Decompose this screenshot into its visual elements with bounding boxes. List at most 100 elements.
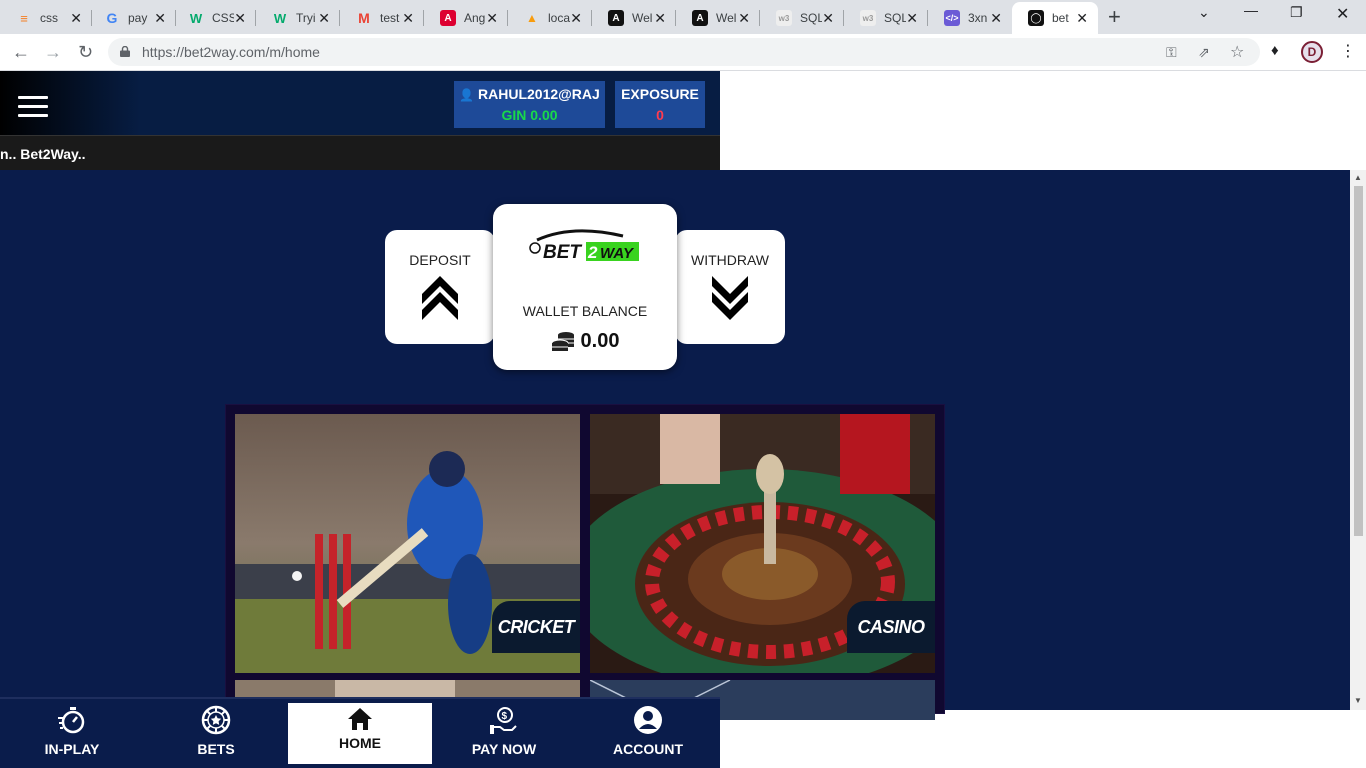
w3-icon: W <box>273 10 287 26</box>
address-toolbar: ← → ↻ https://bet2way.com/m/home ⚿ ⇗ ☆ <box>0 34 1366 71</box>
forward-icon[interactable]: → <box>44 42 62 62</box>
browser-menu-icon[interactable]: ⋮ <box>1340 41 1356 61</box>
w3schools-icon: w3 <box>776 10 792 26</box>
svg-text:$: $ <box>502 711 508 722</box>
scroll-up-icon[interactable]: ▲ <box>1354 173 1362 182</box>
browser-tab[interactable]: W CSS ✕ <box>172 2 256 34</box>
w3-icon: W <box>189 10 203 26</box>
profile-avatar[interactable]: D <box>1301 41 1323 63</box>
site-icon: ◯ <box>1028 10 1044 26</box>
browser-tab[interactable]: ▲ loca ✕ <box>508 2 592 34</box>
address-bar[interactable]: https://bet2way.com/m/home ⚿ ⇗ ☆ <box>108 38 1260 66</box>
nav-bets[interactable]: BETS <box>144 699 288 768</box>
browser-tab[interactable]: M test ✕ <box>340 2 424 34</box>
nav-inplay[interactable]: IN-PLAY <box>0 699 144 768</box>
close-tab-icon[interactable]: ✕ <box>70 10 82 26</box>
close-tab-icon[interactable]: ✕ <box>738 10 750 26</box>
balance-text: GIN 0.00 <box>501 107 558 123</box>
gmail-icon: M <box>358 10 370 26</box>
withdraw-card[interactable]: WITHDRAW <box>675 230 785 344</box>
phpmyadmin-icon: ▲ <box>526 11 538 25</box>
chip-icon <box>201 705 231 735</box>
browser-tab[interactable]: W Tryi ✕ <box>256 2 340 34</box>
pay-hand-icon: $ <box>490 707 517 734</box>
tab-search-icon[interactable]: ⌄ <box>1198 4 1210 21</box>
coins-icon <box>551 331 574 351</box>
close-tab-icon[interactable]: ✕ <box>154 10 166 26</box>
browser-tab-active[interactable]: ◯ bet ✕ <box>1012 2 1098 34</box>
lock-icon <box>120 46 130 57</box>
close-tab-icon[interactable]: ✕ <box>906 10 918 26</box>
logo-text-bet: BET <box>543 242 582 263</box>
extensions-puzzle-icon[interactable]: ♦ <box>1271 42 1279 59</box>
casino-label: CASINO <box>847 601 935 653</box>
close-tab-icon[interactable]: ✕ <box>318 10 330 26</box>
angular-icon: A <box>608 10 624 26</box>
browser-tab-strip: ≡ css ✕ G pay ✕ W CSS ✕ W Tryi ✕ M test … <box>0 0 1366 34</box>
browser-tab[interactable]: A Wel ✕ <box>592 2 676 34</box>
browser-tab[interactable]: G pay ✕ <box>88 2 176 34</box>
scroll-down-icon[interactable]: ▼ <box>1354 696 1362 705</box>
share-icon[interactable]: ⇗ <box>1198 44 1210 61</box>
browser-tab[interactable]: A Ang ✕ <box>424 2 508 34</box>
casino-tile[interactable]: CASINO <box>590 414 935 673</box>
wallet-balance-amount: 0.00 <box>493 330 677 353</box>
user-circle-icon <box>634 706 662 734</box>
browser-tab[interactable]: </> 3xn ✕ <box>928 2 1012 34</box>
wallet-balance-card: BET 2 WAY WALLET BALANCE 0.00 <box>493 204 677 370</box>
url-text[interactable]: https://bet2way.com/m/home <box>142 44 320 60</box>
close-tab-icon[interactable]: ✕ <box>570 10 582 26</box>
key-icon[interactable]: ⚿ <box>1166 44 1177 61</box>
browser-tab[interactable]: w3 SQL ✕ <box>760 2 844 34</box>
exposure-box[interactable]: EXPOSURE 0 <box>615 81 705 128</box>
wallet-balance-label: WALLET BALANCE <box>522 303 648 319</box>
cricket-tile[interactable]: CRICKET <box>235 414 580 673</box>
marquee-text: n.. Bet2Way.. <box>0 146 86 162</box>
angular-icon: A <box>440 10 456 26</box>
minimize-icon[interactable]: — <box>1244 2 1258 18</box>
close-tab-icon[interactable]: ✕ <box>1076 10 1088 26</box>
bet2way-logo: BET 2 WAY <box>529 229 639 263</box>
scrollbar-thumb[interactable] <box>1354 186 1363 536</box>
deposit-label: DEPOSIT <box>409 252 471 268</box>
close-tab-icon[interactable]: ✕ <box>654 10 666 26</box>
site-header: 👤 RAHUL2012@RAJ GIN 0.00 EXPOSURE 0 <box>0 71 720 135</box>
page-scrollbar[interactable]: ▲ ▼ <box>1350 170 1366 710</box>
browser-tab[interactable]: A Wel ✕ <box>676 2 760 34</box>
browser-tab[interactable]: ≡ css ✕ <box>0 2 92 34</box>
nav-home[interactable]: HOME <box>288 703 432 764</box>
google-icon: G <box>106 10 118 26</box>
close-tab-icon[interactable]: ✕ <box>990 10 1002 26</box>
nav-account[interactable]: ACCOUNT <box>576 699 720 768</box>
bottom-navigation: IN-PLAY BETS HOME $ PAY NOW ACCOUNT <box>0 697 720 768</box>
exposure-label: EXPOSURE <box>621 86 699 102</box>
reload-icon[interactable]: ↻ <box>78 42 93 62</box>
bookmark-star-icon[interactable]: ☆ <box>1230 42 1244 62</box>
close-window-icon[interactable]: ✕ <box>1336 4 1349 24</box>
close-tab-icon[interactable]: ✕ <box>822 10 834 26</box>
close-tab-icon[interactable]: ✕ <box>402 10 414 26</box>
double-chevron-down-icon <box>712 276 748 320</box>
username: RAHUL2012@RAJ <box>478 86 600 102</box>
restore-icon[interactable]: ❐ <box>1290 4 1303 21</box>
news-marquee: n.. Bet2Way.. <box>0 135 720 170</box>
browser-tab[interactable]: w3 SQL ✕ <box>844 2 928 34</box>
user-balance-box[interactable]: 👤 RAHUL2012@RAJ GIN 0.00 <box>454 81 605 128</box>
balance-value: 0.00 <box>580 330 620 352</box>
close-tab-icon[interactable]: ✕ <box>486 10 498 26</box>
exposure-value: 0 <box>656 107 664 123</box>
withdraw-label: WITHDRAW <box>690 252 770 268</box>
home-icon <box>348 708 372 730</box>
double-chevron-up-icon <box>422 276 458 320</box>
games-grid: CRICKET CASINO <box>225 404 945 720</box>
close-tab-icon[interactable]: ✕ <box>234 10 246 26</box>
deposit-card[interactable]: DEPOSIT <box>385 230 495 344</box>
hamburger-menu-icon[interactable] <box>18 96 48 118</box>
logo-text-2: 2 <box>587 243 598 262</box>
new-tab-icon[interactable]: + <box>1108 6 1121 28</box>
cricket-label: CRICKET <box>492 601 580 653</box>
back-icon[interactable]: ← <box>12 42 30 62</box>
page-viewport: 👤 RAHUL2012@RAJ GIN 0.00 EXPOSURE 0 n.. … <box>0 71 1366 768</box>
nav-paynow[interactable]: $ PAY NOW <box>432 699 576 768</box>
w3schools-icon: w3 <box>860 10 876 26</box>
